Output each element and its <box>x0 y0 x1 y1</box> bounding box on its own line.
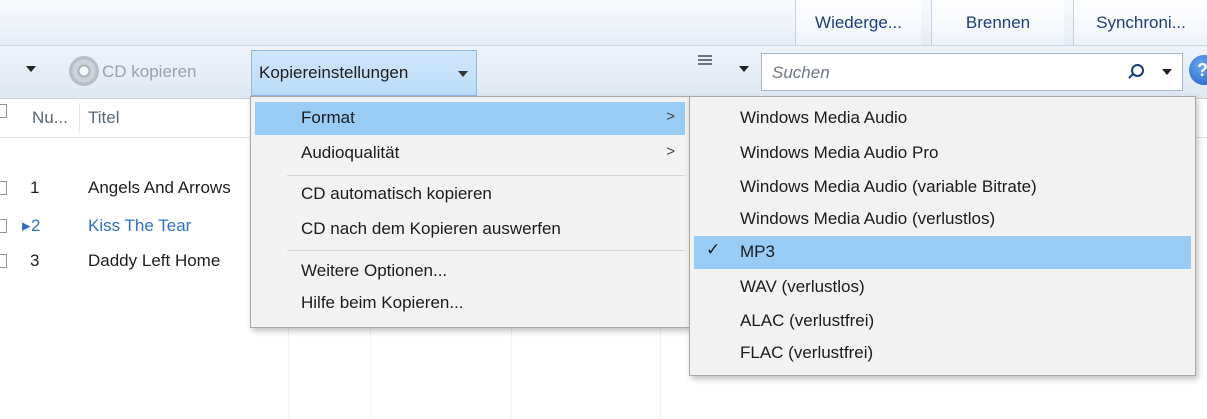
format-submenu: Windows Media Audio Windows Media Audio … <box>689 96 1196 376</box>
track-title[interactable]: Angels And Arrows <box>88 178 250 198</box>
menu-item-copy-help[interactable]: Hilfe beim Kopieren... <box>255 287 685 320</box>
track-checkbox[interactable] <box>0 254 7 268</box>
format-item-label: Windows Media Audio Pro <box>740 143 939 162</box>
track-number: 1 <box>30 178 40 197</box>
chevron-right-icon: > <box>666 143 675 160</box>
format-item[interactable]: ALAC (verlustfrei) <box>694 305 1191 338</box>
menu-item-more-options[interactable]: Weitere Optionen... <box>255 255 685 288</box>
format-item-label: MP3 <box>740 242 775 261</box>
column-title[interactable]: Titel <box>88 108 120 128</box>
format-item[interactable]: WAV (verlustlos) <box>694 271 1191 304</box>
format-item-label: Windows Media Audio (variable Bitrate) <box>740 177 1037 196</box>
search-box[interactable]: Suchen <box>761 53 1183 91</box>
column-number[interactable]: Nu... <box>32 108 68 128</box>
tabs-bar: Wiederge... Brennen Synchroni... <box>0 0 1207 46</box>
organize-dropdown-arrow-icon[interactable] <box>26 66 36 72</box>
format-item-mp3[interactable]: ✓ MP3 <box>694 236 1191 269</box>
tab-synchronisieren[interactable]: Synchroni... <box>1073 0 1207 45</box>
menu-item-cd-auto-copy[interactable]: CD automatisch kopieren <box>255 178 685 211</box>
tab-wiedergabe[interactable]: Wiederge... <box>795 0 921 45</box>
toolbar: CD kopieren Kopiereinstellungen Suchen ? <box>0 46 1207 99</box>
cd-copy-button[interactable]: CD kopieren <box>102 62 197 82</box>
search-dropdown-icon[interactable] <box>1162 69 1172 75</box>
track-checkbox[interactable] <box>0 219 7 233</box>
menu-item-audioqualitaet[interactable]: Audioqualität > <box>255 137 685 170</box>
search-icon[interactable] <box>1131 64 1144 77</box>
tab-brennen[interactable]: Brennen <box>931 0 1064 45</box>
format-item[interactable]: FLAC (verlustfrei) <box>694 337 1191 370</box>
menu-item-label: Weitere Optionen... <box>301 261 448 280</box>
track-title[interactable]: Kiss The Tear <box>88 216 250 236</box>
format-item[interactable]: Windows Media Audio (verlustlos) <box>694 203 1191 236</box>
menu-separator <box>287 250 685 251</box>
playing-indicator-icon: ▸ <box>22 216 31 235</box>
chevron-right-icon: > <box>666 108 675 125</box>
cd-icon <box>69 56 99 86</box>
select-all-checkbox[interactable] <box>0 104 7 118</box>
menu-item-label: Audioqualität <box>301 143 400 162</box>
format-item-label: FLAC (verlustfrei) <box>740 343 874 362</box>
view-options-icon[interactable] <box>698 55 712 68</box>
track-number: 2 <box>31 216 41 235</box>
search-input[interactable]: Suchen <box>772 63 830 83</box>
checkmark-icon: ✓ <box>706 240 721 259</box>
copy-settings-menu: Format > Audioqualität > CD automatisch … <box>250 96 690 328</box>
menu-item-label: Format <box>301 108 355 127</box>
track-checkbox[interactable] <box>0 181 7 195</box>
format-item-label: Windows Media Audio <box>740 108 908 127</box>
track-title[interactable]: Daddy Left Home <box>88 251 250 271</box>
menu-item-format[interactable]: Format > <box>255 102 685 135</box>
menu-item-eject-after-copy[interactable]: CD nach dem Kopieren auswerfen <box>255 213 685 246</box>
menu-item-label: CD automatisch kopieren <box>301 184 492 203</box>
format-item-label: ALAC (verlustfrei) <box>740 311 875 330</box>
track-number: 3 <box>30 251 40 270</box>
column-divider[interactable] <box>79 103 80 133</box>
format-item[interactable]: Windows Media Audio Pro <box>694 137 1191 170</box>
help-icon[interactable]: ? <box>1189 55 1207 85</box>
view-options-dropdown-icon[interactable] <box>739 66 749 72</box>
format-item[interactable]: Windows Media Audio <box>694 102 1191 135</box>
format-item[interactable]: Windows Media Audio (variable Bitrate) <box>694 171 1191 204</box>
menu-item-label: CD nach dem Kopieren auswerfen <box>301 219 561 238</box>
copy-settings-button[interactable]: Kopiereinstellungen <box>251 50 477 96</box>
menu-item-label: Hilfe beim Kopieren... <box>301 293 464 312</box>
copy-settings-label: Kopiereinstellungen <box>259 63 409 82</box>
chevron-down-icon <box>458 71 468 77</box>
menu-separator <box>287 175 685 176</box>
format-item-label: WAV (verlustlos) <box>740 277 865 296</box>
format-item-label: Windows Media Audio (verlustlos) <box>740 209 996 228</box>
